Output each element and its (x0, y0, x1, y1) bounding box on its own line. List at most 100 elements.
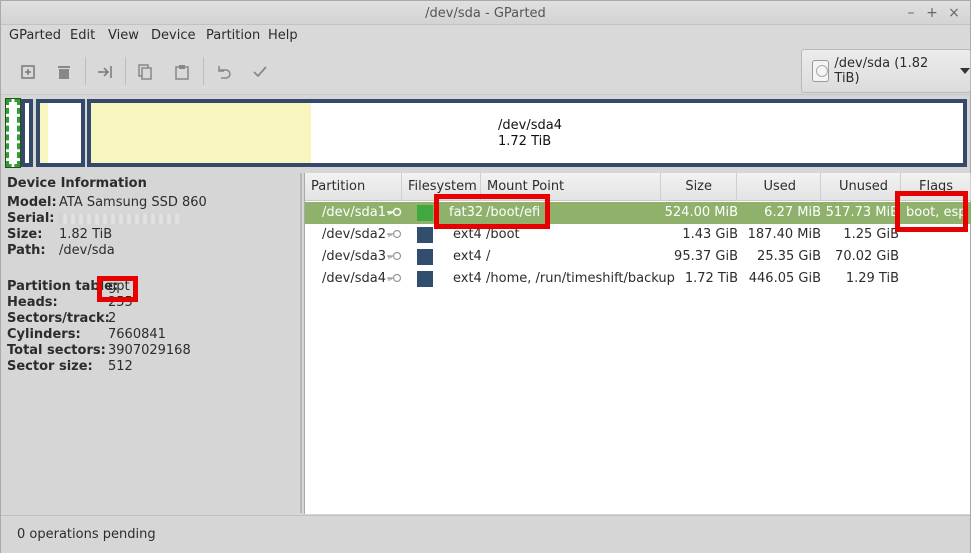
toolbar-separator (85, 57, 86, 85)
field-label: Path: (7, 243, 46, 258)
cell-mount-point: / (486, 249, 491, 264)
cell-size: 1.43 GiB (682, 227, 738, 242)
field-value: ATA Samsung SSD 860 (59, 195, 207, 210)
paste-button[interactable] (169, 59, 195, 85)
cell-used: 6.27 MiB (764, 205, 821, 220)
cell-filesystem: ext4 (453, 249, 482, 264)
menu-help[interactable]: Help (268, 28, 298, 43)
cell-mount-point: /home, /run/timeshift/backup (486, 271, 675, 286)
paste-icon (175, 65, 189, 80)
field-value: 512 (108, 359, 133, 374)
field-value: 2 (108, 311, 117, 326)
copy-icon (138, 64, 152, 80)
table-header: Partition Filesystem Mount Point Size Us… (305, 173, 971, 201)
column-header-partition[interactable]: Partition (305, 173, 402, 201)
new-partition-icon (21, 65, 35, 79)
cell-used: 25.35 GiB (757, 249, 821, 264)
table-row[interactable]: /dev/sda3 ext4 / 95.37 GiB 25.35 GiB 70.… (305, 246, 971, 268)
field-label: Total sectors: (7, 343, 106, 358)
disk-map-partition-label: /dev/sda4 1.72 TiB (498, 118, 562, 150)
cell-filesystem: ext4 (453, 227, 482, 242)
cell-size: 1.72 TiB (684, 271, 738, 286)
disk-map-used-space (40, 103, 48, 163)
menu-bar: GParted Edit View Device Partition Help (1, 25, 970, 47)
device-selector[interactable]: /dev/sda (1.82 TiB) (801, 49, 971, 93)
cell-size: 524.00 MiB (664, 205, 738, 220)
status-text: 0 operations pending (17, 527, 156, 542)
table-row[interactable]: /dev/sda1 fat32 /boot/efi 524.00 MiB 6.2… (305, 202, 971, 224)
cell-partition: /dev/sda1 (322, 205, 386, 220)
column-header-unused[interactable]: Unused (821, 173, 901, 201)
cell-partition: /dev/sda2 (322, 227, 386, 242)
column-header-size[interactable]: Size (661, 173, 737, 201)
minimize-button[interactable]: – (902, 4, 920, 22)
field-label: Heads: (7, 295, 58, 310)
partition-table: Partition Filesystem Mount Point Size Us… (304, 173, 971, 514)
highlight-box-partition-table (97, 276, 138, 302)
field-label: Serial: (7, 211, 55, 226)
filesystem-color-swatch (417, 227, 433, 243)
title-bar: /dev/sda - GParted – + × (1, 1, 970, 25)
key-icon (387, 251, 402, 261)
disk-map: /dev/sda4 1.72 TiB (5, 97, 968, 169)
cell-unused: 517.73 MiB (825, 205, 899, 220)
cell-used: 446.05 GiB (748, 271, 821, 286)
cell-used: 187.40 MiB (747, 227, 821, 242)
resize-move-icon (98, 66, 112, 78)
cell-unused: 70.02 GiB (835, 249, 899, 264)
disk-map-partition-name: /dev/sda4 (498, 118, 562, 133)
filesystem-color-swatch (417, 271, 433, 287)
toolbar-separator (203, 57, 204, 85)
cell-unused: 1.25 GiB (843, 227, 899, 242)
undo-icon (218, 66, 231, 79)
undo-button[interactable] (210, 59, 236, 85)
gparted-window: /dev/sda - GParted – + × GParted Edit Vi… (0, 0, 971, 553)
chevron-down-icon (960, 68, 970, 74)
toolbar-separator (125, 57, 126, 85)
highlight-box-efi-mount (434, 194, 550, 229)
highlight-box-flags (895, 191, 968, 232)
close-button[interactable]: × (945, 4, 963, 22)
key-icon (387, 273, 402, 283)
cell-mount-point: /boot (486, 227, 520, 242)
disk-map-partition-sda2[interactable] (21, 99, 33, 167)
window-title: /dev/sda - GParted (425, 6, 546, 21)
menu-partition[interactable]: Partition (206, 28, 260, 43)
delete-icon (58, 66, 70, 79)
apply-icon (253, 66, 267, 78)
filesystem-color-swatch (417, 249, 433, 265)
device-info-panel: Device Information Model: ATA Samsung SS… (1, 173, 302, 513)
field-value: 1.82 TiB (59, 227, 113, 242)
delete-partition-button[interactable] (51, 59, 77, 85)
disk-map-partition-size: 1.72 TiB (498, 134, 552, 149)
cell-partition: /dev/sda3 (322, 249, 386, 264)
cell-size: 95.37 GiB (674, 249, 738, 264)
menu-view[interactable]: View (108, 28, 139, 43)
disk-map-partition-sda1[interactable] (5, 98, 21, 168)
field-label: Sectors/track: (7, 311, 110, 326)
key-icon (387, 207, 402, 217)
cell-partition: /dev/sda4 (322, 271, 386, 286)
filesystem-color-swatch (417, 205, 433, 221)
resize-move-button[interactable] (92, 59, 118, 85)
field-label: Size: (7, 227, 43, 242)
maximize-button[interactable]: + (923, 4, 941, 22)
status-bar: 0 operations pending (1, 515, 970, 553)
harddisk-icon (812, 60, 830, 82)
table-row[interactable]: /dev/sda4 ext4 /home, /run/timeshift/bac… (305, 268, 971, 290)
field-label: Sector size: (7, 359, 93, 374)
disk-map-used-space (91, 103, 311, 163)
menu-gparted[interactable]: GParted (9, 28, 61, 43)
apply-button[interactable] (247, 59, 273, 85)
field-label: Cylinders: (7, 327, 81, 342)
key-icon (387, 229, 402, 239)
disk-map-partition-sda3[interactable] (36, 99, 85, 167)
table-row[interactable]: /dev/sda2 ext4 /boot 1.43 GiB 187.40 MiB… (305, 224, 971, 246)
field-label: Model: (7, 195, 57, 210)
copy-button[interactable] (132, 59, 158, 85)
cell-filesystem: ext4 (453, 271, 482, 286)
new-partition-button[interactable] (15, 59, 41, 85)
menu-edit[interactable]: Edit (70, 28, 95, 43)
column-header-used[interactable]: Used (737, 173, 821, 201)
menu-device[interactable]: Device (151, 28, 195, 43)
